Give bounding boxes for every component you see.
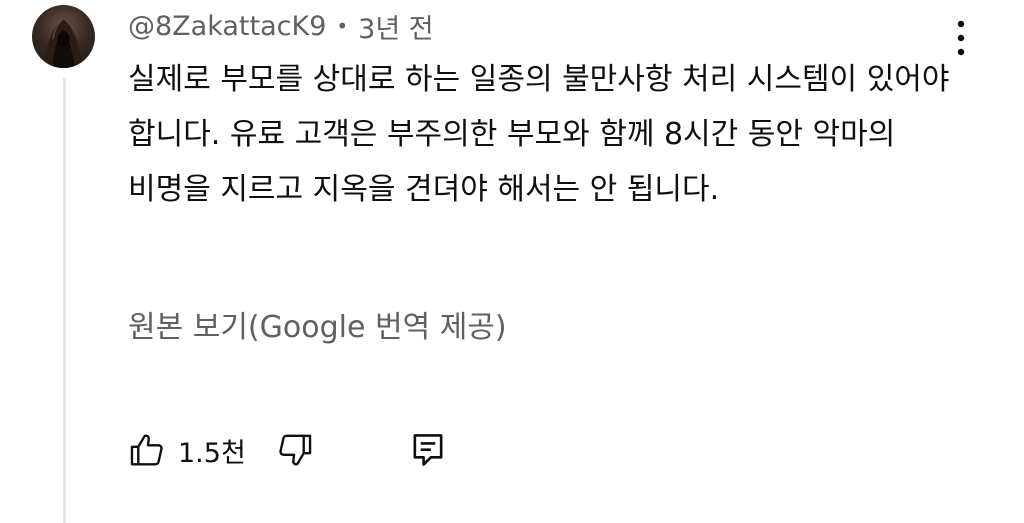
comment-header: @8ZakattacK9 • 3년 전 (128, 6, 434, 46)
like-count: 1.5천 (178, 437, 246, 469)
thumbs-down-icon (279, 434, 312, 466)
comment-time[interactable]: 3년 전 (358, 7, 433, 46)
reply-button[interactable] (410, 431, 446, 469)
reply-comment-icon (413, 434, 443, 466)
dislike-button[interactable] (276, 431, 314, 469)
comment-text: 실제로 부모를 상대로 하는 일종의 불만사항 처리 시스템이 있어야 합니다.… (128, 62, 950, 207)
comment-actions: 1.5천 (128, 428, 446, 472)
see-original-link[interactable]: 원본 보기(Google 번역 제공) (128, 302, 507, 346)
thread-line (63, 78, 66, 523)
like-button[interactable]: 1.5천 (128, 431, 246, 470)
avatar[interactable] (32, 5, 95, 68)
author-handle[interactable]: @8ZakattacK9 (128, 11, 326, 42)
hooded-figure-icon (44, 18, 83, 68)
separator-dot: • (336, 14, 349, 38)
thumbs-up-icon (130, 434, 163, 466)
